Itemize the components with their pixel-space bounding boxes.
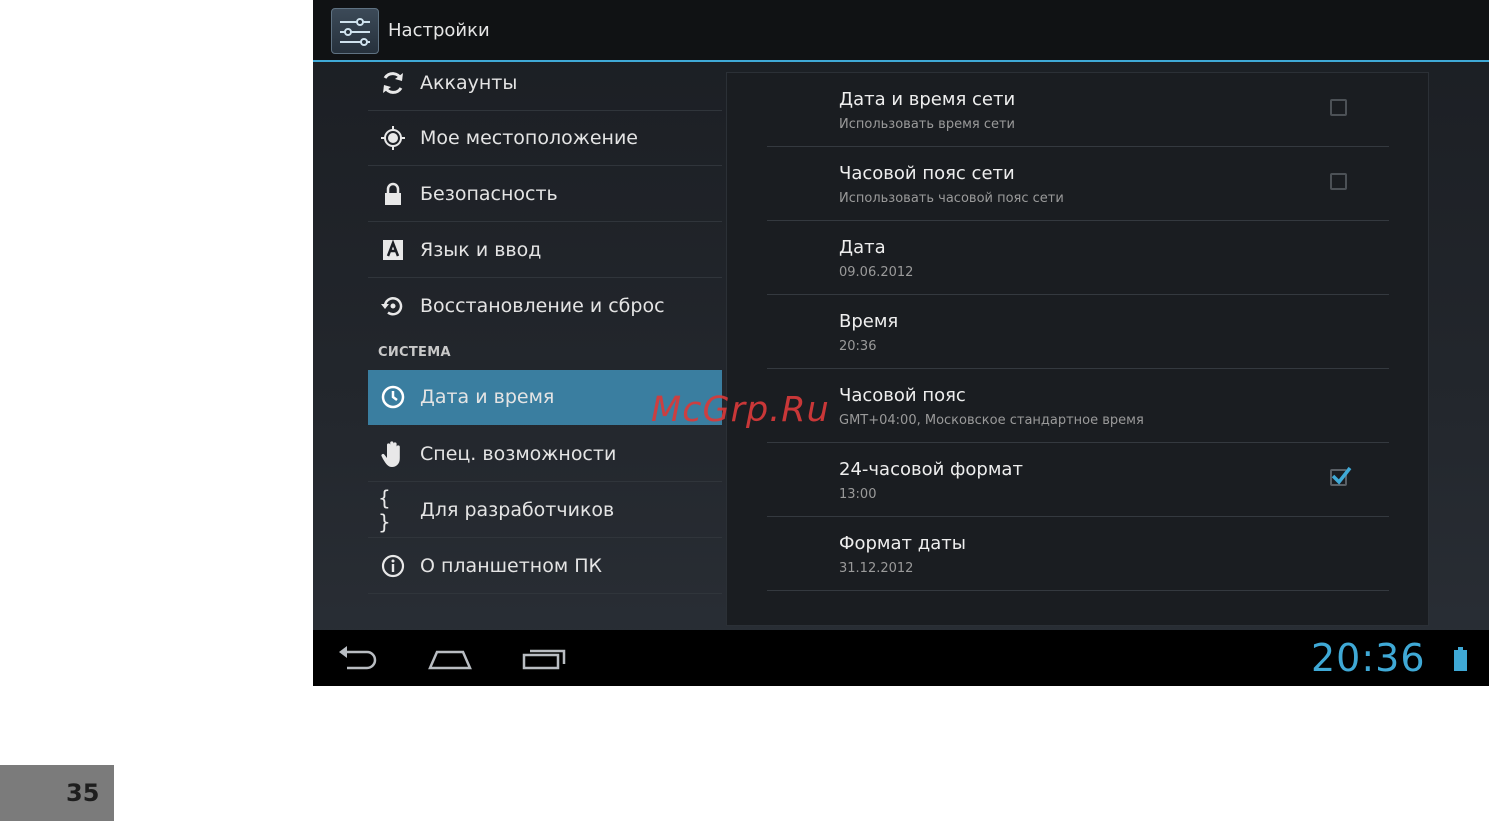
sidebar-item-location[interactable]: Мое местоположение [368,111,722,166]
app-title: Настройки [388,20,490,41]
sidebar-item-backup-reset[interactable]: Восстановление и сброс [368,279,722,334]
setting-title: Время [839,311,899,332]
setting-date-format[interactable]: Формат даты 31.12.2012 [767,517,1389,591]
setting-summary: 09.06.2012 [839,265,914,280]
setting-time-zone[interactable]: Часовой пояс GMT+04:00, Московское станд… [767,369,1389,443]
system-navigation-bar: 20:36 [313,630,1489,686]
hand-icon [378,439,408,469]
setting-time[interactable]: Время 20:36 [767,295,1389,369]
back-icon[interactable] [337,644,379,676]
sidebar-item-security[interactable]: Безопасность [368,167,722,222]
setting-date[interactable]: Дата 09.06.2012 [767,221,1389,295]
setting-title: Дата и время сети [839,89,1016,110]
page-number: 35 [66,779,100,807]
setting-summary: 20:36 [839,339,877,354]
tablet-screen: Настройки Аккаунты Мое местоположение Бе… [313,0,1489,686]
recent-apps-icon[interactable] [521,644,567,676]
watermark: McGrp.Ru [651,390,830,430]
battery-icon [1454,647,1467,671]
sidebar-item-accounts[interactable]: Аккаунты [368,56,722,111]
restore-icon [378,291,408,321]
sidebar-item-label: Восстановление и сброс [420,295,665,317]
braces-icon: { } [378,486,391,534]
setting-title: 24-часовой формат [839,459,1023,480]
sidebar-item-accessibility[interactable]: Спец. возможности [368,427,722,482]
setting-auto-date-time[interactable]: Дата и время сети Использовать время сет… [767,73,1389,147]
setting-24-hour-format[interactable]: 24-часовой формат 13:00 [767,443,1389,517]
setting-auto-time-zone[interactable]: Часовой пояс сети Использовать часовой п… [767,147,1389,221]
info-icon [378,551,408,581]
lock-icon [378,179,408,209]
setting-title: Часовой пояс сети [839,163,1015,184]
action-bar: Настройки [313,0,1489,62]
setting-summary: Использовать часовой пояс сети [839,191,1064,206]
auto-time-checkbox[interactable] [1330,99,1347,116]
sidebar-item-about[interactable]: О планшетном ПК [368,539,722,594]
location-icon [378,123,408,153]
sidebar-item-label: Язык и ввод [420,239,542,261]
24-hour-checkbox[interactable] [1330,466,1352,486]
sidebar-item-label: Дата и время [420,386,555,408]
sidebar-item-label: Спец. возможности [420,443,617,465]
section-header-system: СИСТЕМА [378,345,451,360]
settings-detail-pane: Дата и время сети Использовать время сет… [726,72,1429,626]
home-icon[interactable] [427,644,473,676]
settings-app-icon[interactable] [331,8,379,54]
sidebar-item-label: Безопасность [420,183,558,205]
sync-icon [378,68,408,98]
setting-summary: Использовать время сети [839,117,1015,132]
setting-title: Часовой пояс [839,385,966,406]
sidebar-item-developer[interactable]: { } Для разработчиков [368,483,722,538]
keyboard-letter-icon [378,235,408,265]
settings-sidebar: Аккаунты Мое местоположение Безопасность… [368,66,722,626]
setting-title: Дата [839,237,886,258]
setting-summary: GMT+04:00, Московское стандартное время [839,413,1144,428]
setting-summary: 13:00 [839,487,877,502]
sidebar-item-label: Аккаунты [420,72,518,94]
sidebar-item-label: О планшетном ПК [420,555,602,577]
sidebar-item-label: Мое местоположение [420,127,638,149]
setting-title: Формат даты [839,533,966,554]
checkmark-icon [1331,466,1352,485]
sidebar-item-label: Для разработчиков [420,499,615,521]
auto-timezone-checkbox[interactable] [1330,173,1347,190]
setting-summary: 31.12.2012 [839,561,914,576]
clock-icon [378,382,408,412]
sidebar-item-language[interactable]: Язык и ввод [368,223,722,278]
page-number-box: 35 [0,765,114,821]
status-clock: 20:36 [1311,636,1426,680]
